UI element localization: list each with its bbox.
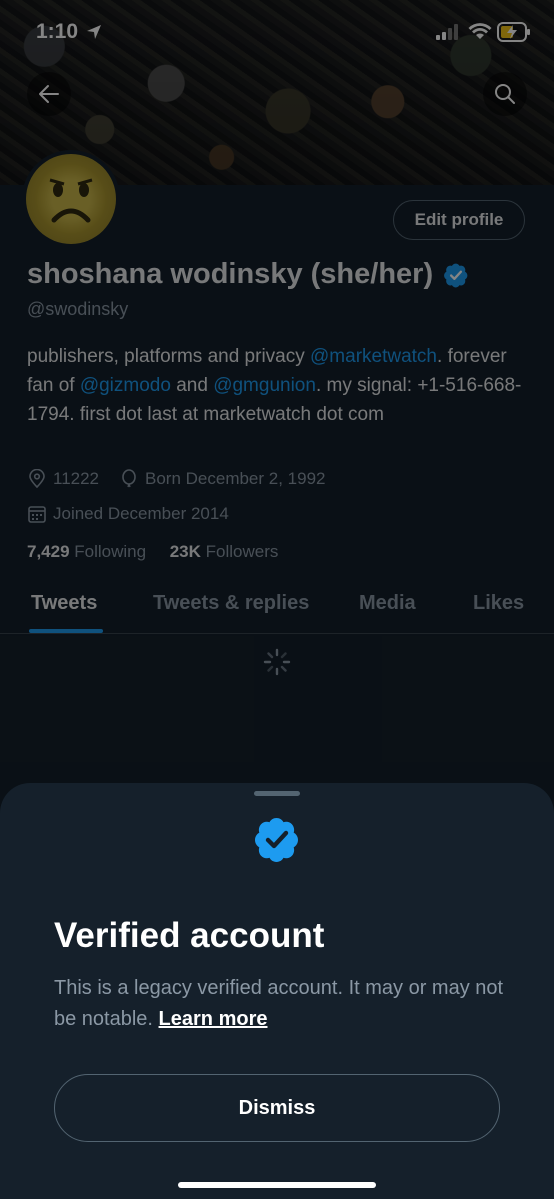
sheet-title: Verified account <box>54 916 325 955</box>
verified-badge-icon <box>255 818 298 862</box>
home-indicator <box>178 1182 376 1188</box>
learn-more-link[interactable]: Learn more <box>159 1008 268 1030</box>
sheet-description-text: This is a legacy verified account. It ma… <box>54 977 504 1030</box>
sheet-description: This is a legacy verified account. It ma… <box>54 973 514 1035</box>
sheet-grabber[interactable] <box>254 791 300 796</box>
verified-account-sheet: Verified account This is a legacy verifi… <box>0 783 554 1199</box>
dismiss-button[interactable]: Dismiss <box>54 1074 500 1142</box>
